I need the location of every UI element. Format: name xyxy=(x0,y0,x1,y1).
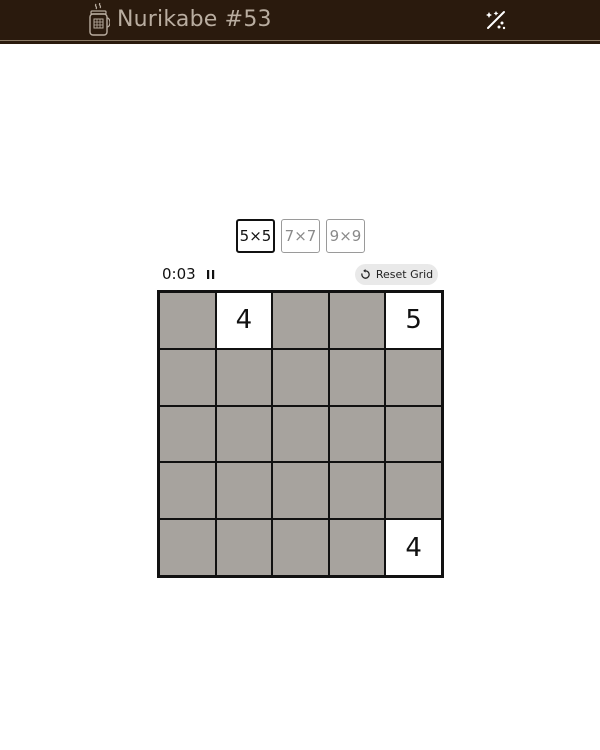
grid-cell[interactable] xyxy=(273,293,328,348)
grid-cell[interactable] xyxy=(386,406,441,462)
timer: 0:03 xyxy=(162,265,196,283)
grid-cell[interactable] xyxy=(160,349,215,405)
reset-icon xyxy=(361,269,370,279)
grid-cell[interactable] xyxy=(329,463,385,519)
page: Nurikabe #53 5×5 7×7 9×9 0:03 Reset Grid xyxy=(0,0,600,750)
grid-cell[interactable] xyxy=(216,520,272,575)
size-button-7x7[interactable]: 7×7 xyxy=(281,219,320,253)
grid-cell[interactable] xyxy=(160,463,215,519)
size-button-5x5[interactable]: 5×5 xyxy=(236,219,275,253)
clue-cell[interactable]: 4 xyxy=(216,293,272,348)
theme-toggle-button[interactable] xyxy=(484,8,508,32)
grid-cell[interactable] xyxy=(329,520,385,575)
app-title: Nurikabe #53 xyxy=(117,7,272,32)
grid-cell[interactable] xyxy=(273,349,328,405)
grid-cell[interactable] xyxy=(216,349,272,405)
top-bar: Nurikabe #53 xyxy=(0,0,600,40)
coffee-jar-icon xyxy=(89,3,110,36)
grid-cell[interactable] xyxy=(160,520,215,575)
grid-cell[interactable] xyxy=(273,406,328,462)
grid-cell[interactable] xyxy=(160,406,215,462)
reset-grid-label: Reset Grid xyxy=(375,268,434,281)
size-button-9x9[interactable]: 9×9 xyxy=(326,219,365,253)
clue-cell[interactable]: 4 xyxy=(386,520,441,575)
pause-icon[interactable] xyxy=(205,267,217,281)
grid-cell[interactable] xyxy=(273,463,328,519)
grid-cell[interactable] xyxy=(273,520,328,575)
grid-cell[interactable] xyxy=(329,293,385,348)
grid-cell[interactable] xyxy=(216,406,272,462)
grid-cell[interactable] xyxy=(329,349,385,405)
grid-cell[interactable] xyxy=(386,349,441,405)
header-underline xyxy=(0,41,600,44)
clue-cell[interactable]: 5 xyxy=(386,293,441,348)
grid-cell[interactable] xyxy=(386,463,441,519)
theme-toggle-icon xyxy=(486,11,506,30)
size-selector: 5×5 7×7 9×9 xyxy=(236,219,365,253)
grid-cell[interactable] xyxy=(216,463,272,519)
reset-grid-button[interactable]: Reset Grid xyxy=(355,264,438,285)
grid-cell[interactable] xyxy=(160,293,215,348)
puzzle-grid: 4 5 4 xyxy=(157,290,444,578)
grid-cell[interactable] xyxy=(329,406,385,462)
